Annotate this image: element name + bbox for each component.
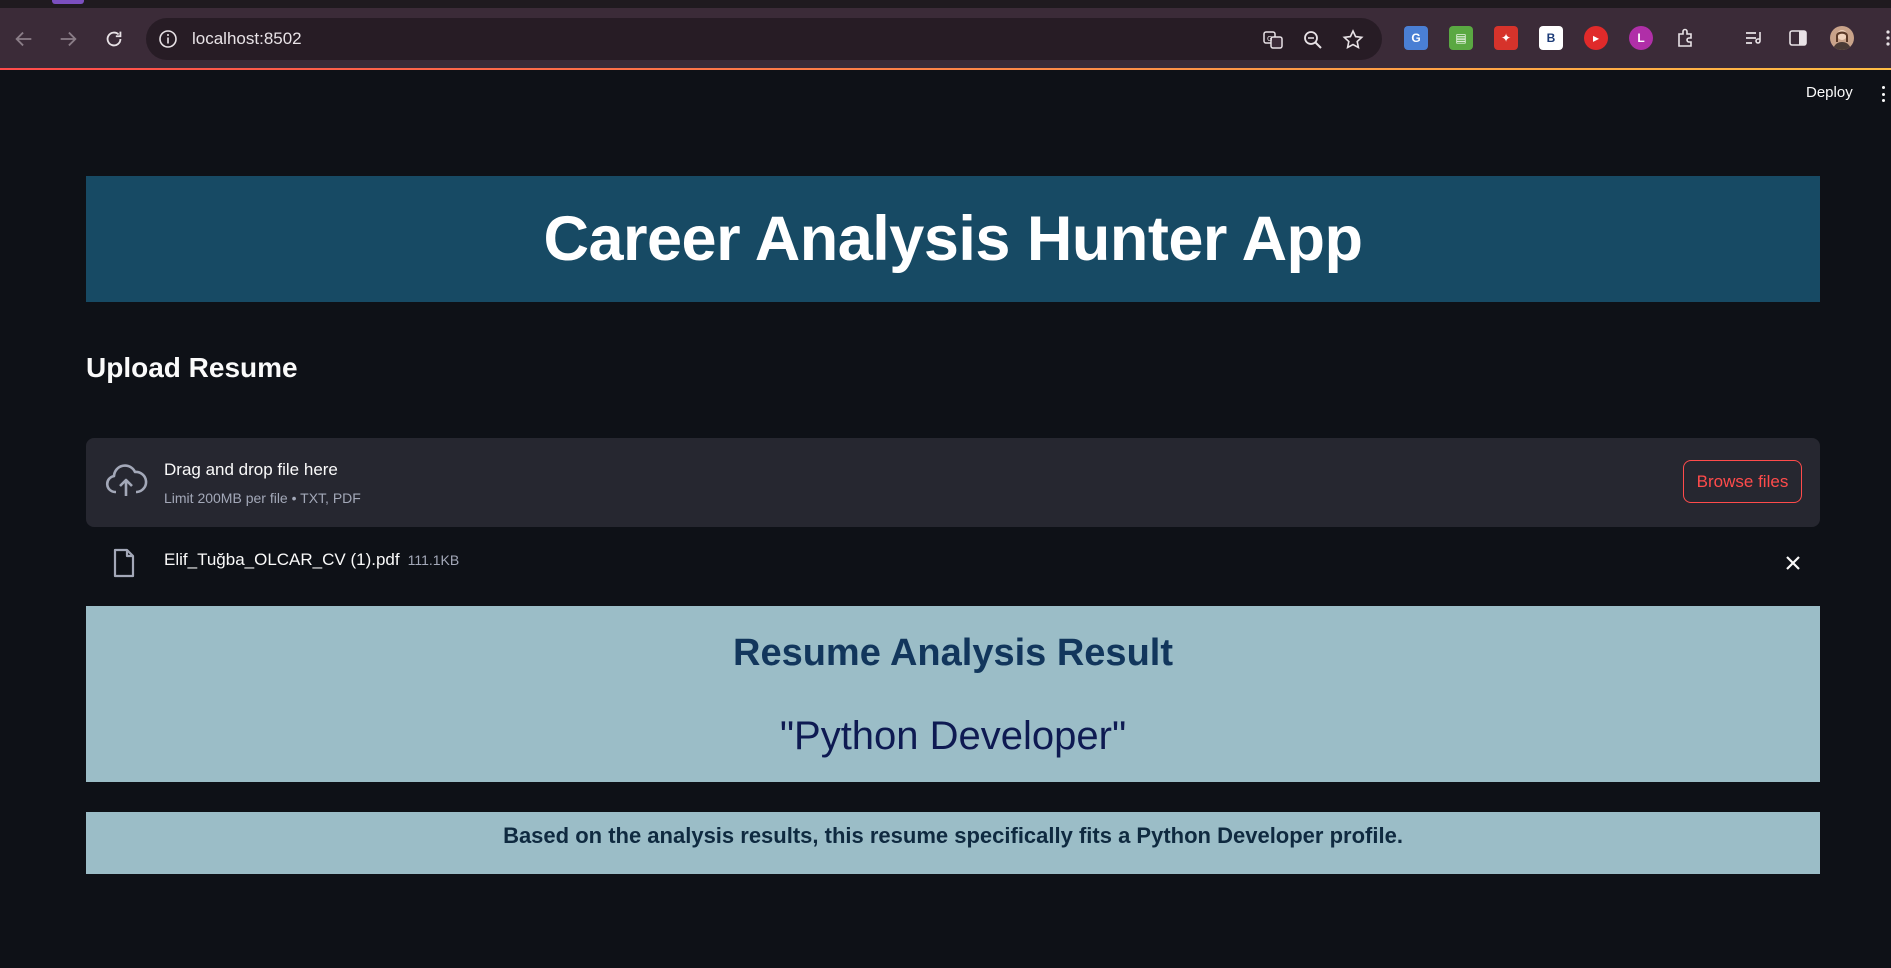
uploaded-file-size: 111.1KB: [407, 552, 460, 568]
back-icon[interactable]: [10, 25, 38, 53]
app-menu-icon[interactable]: [1882, 86, 1886, 102]
side-panel-icon[interactable]: [1786, 26, 1810, 50]
file-icon: [112, 548, 136, 578]
extensions-puzzle-icon[interactable]: [1674, 26, 1698, 50]
uploaded-file-info: Elif_Tuğba_OLCAR_CV (1).pdf 111.1KB: [164, 550, 459, 570]
lr-extension-icon[interactable]: L: [1629, 26, 1653, 50]
uploaded-file-row: Elif_Tuğba_OLCAR_CV (1).pdf 111.1KB: [86, 540, 1820, 586]
translate-icon[interactable]: G: [1262, 29, 1284, 51]
magic-wand-extension-icon[interactable]: ✦: [1494, 26, 1518, 50]
printer-extension-icon[interactable]: ▤: [1449, 26, 1473, 50]
zoom-icon[interactable]: [1302, 29, 1324, 51]
app-title: Career Analysis Hunter App: [543, 204, 1363, 274]
site-info-icon[interactable]: [158, 29, 178, 49]
svg-text:G: G: [1267, 35, 1272, 43]
title-banner: Career Analysis Hunter App: [86, 176, 1820, 302]
file-dropzone[interactable]: Drag and drop file here Limit 200MB per …: [86, 438, 1820, 527]
profile-avatar[interactable]: [1830, 26, 1854, 50]
cloud-upload-icon: [104, 460, 148, 504]
upload-heading: Upload Resume: [86, 352, 298, 383]
analysis-summary-text: Based on the analysis results, this resu…: [503, 823, 1403, 848]
deploy-button[interactable]: Deploy: [1806, 84, 1853, 101]
forward-icon[interactable]: [54, 25, 82, 53]
b-extension-icon[interactable]: B: [1539, 26, 1563, 50]
url-text[interactable]: localhost:8502: [192, 29, 302, 49]
uploaded-file-name: Elif_Tuğba_OLCAR_CV (1).pdf: [164, 550, 400, 569]
result-title: Resume Analysis Result: [733, 632, 1173, 674]
dropzone-limit-text: Limit 200MB per file • TXT, PDF: [164, 490, 361, 506]
reading-list-icon[interactable]: [1742, 26, 1766, 50]
address-bar[interactable]: localhost:8502 G: [146, 18, 1382, 60]
dropzone-instructions: Drag and drop file here: [164, 460, 338, 479]
youtube-extension-icon[interactable]: ▸: [1584, 26, 1608, 50]
analysis-summary-box: Based on the analysis results, this resu…: [86, 812, 1820, 874]
predicted-role: "Python Developer": [779, 714, 1127, 758]
browser-menu-icon[interactable]: [1876, 26, 1891, 50]
browse-files-button[interactable]: Browse files: [1683, 460, 1802, 503]
app-header-decoration: [0, 68, 1891, 70]
google-translate-extension-icon[interactable]: G: [1404, 26, 1428, 50]
browser-tab-strip: [0, 0, 1891, 8]
analysis-result-box: Resume Analysis Result "Python Developer…: [86, 606, 1820, 782]
active-tab-indicator[interactable]: [52, 0, 84, 4]
reload-icon[interactable]: [100, 25, 128, 53]
browser-toolbar: localhost:8502 G G ▤ ✦ B ▸ L: [0, 8, 1891, 70]
bookmark-star-icon[interactable]: [1342, 29, 1364, 51]
remove-file-icon[interactable]: [1782, 552, 1804, 574]
